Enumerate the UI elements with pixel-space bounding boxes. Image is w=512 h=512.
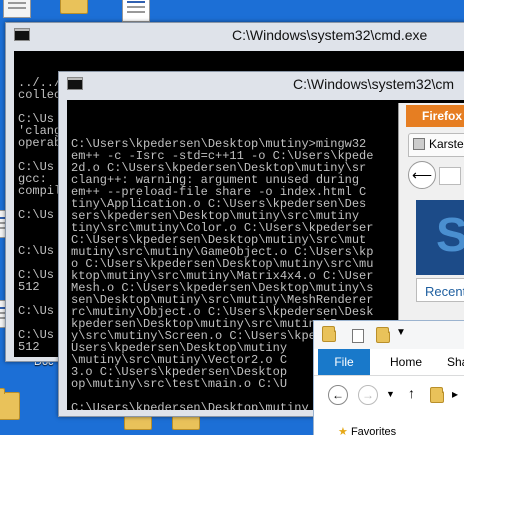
up-arrow-icon[interactable]: ↑: [408, 385, 415, 401]
quick-access-toolbar: ▼: [314, 321, 464, 349]
chevron-right-icon[interactable]: ▸: [452, 387, 458, 401]
properties-icon[interactable]: [352, 329, 364, 343]
window-title: C:\Windows\system32\cm: [293, 76, 455, 92]
firefox-menu-button[interactable]: Firefox: [406, 105, 464, 127]
desktop-doc-icon[interactable]: [3, 0, 31, 18]
url-bar[interactable]: [439, 167, 461, 185]
chevron-down-icon[interactable]: ▼: [396, 327, 406, 338]
chevron-down-icon[interactable]: ▼: [386, 389, 395, 399]
page-favicon: [413, 138, 425, 150]
console-icon: [67, 77, 83, 90]
folder-icon: [322, 326, 336, 342]
desktop-folder-icon[interactable]: [0, 388, 20, 420]
favorites-label: Favorites: [350, 426, 397, 435]
desktop: Doc C:\Windows\system32\cmd.exe ../../i6…: [0, 0, 464, 435]
desktop-file-icon[interactable]: [122, 0, 150, 22]
explorer-window[interactable]: ▼ File Home Sha ← → ▼ ↑ ▸ ★ Favorites: [313, 320, 464, 435]
back-arrow-icon[interactable]: ←: [328, 385, 348, 405]
folder-icon: [430, 387, 444, 403]
back-arrow-icon[interactable]: ⟵: [408, 161, 436, 189]
console-icon: [14, 28, 30, 41]
navigation-bar: ← → ▼ ↑ ▸: [314, 377, 464, 413]
title-bar[interactable]: C:\Windows\system32\cmd.exe: [6, 23, 464, 47]
tab-file[interactable]: File: [318, 349, 370, 375]
star-icon: ★: [338, 426, 348, 435]
tab-share[interactable]: Sha: [447, 355, 464, 369]
recent-tab[interactable]: Recent: [416, 278, 464, 302]
firefox-tab[interactable]: Karste: [408, 133, 464, 157]
forward-arrow-icon[interactable]: →: [358, 385, 378, 405]
window-title: C:\Windows\system32\cmd.exe: [232, 27, 428, 43]
tab-home[interactable]: Home: [390, 355, 422, 369]
tab-label: Karste: [429, 137, 464, 151]
site-logo-letter: S: [436, 209, 464, 262]
favorites-item[interactable]: ★ Favorites: [338, 425, 396, 435]
title-bar[interactable]: C:\Windows\system32\cm: [59, 72, 464, 96]
ribbon-tabs: File Home Sha: [314, 349, 464, 376]
desktop-folder-icon[interactable]: [60, 0, 88, 14]
site-banner: S: [416, 200, 464, 275]
new-folder-icon[interactable]: [376, 327, 390, 343]
firefox-window[interactable]: Firefox Karste ⟵ S Recent: [398, 103, 464, 333]
